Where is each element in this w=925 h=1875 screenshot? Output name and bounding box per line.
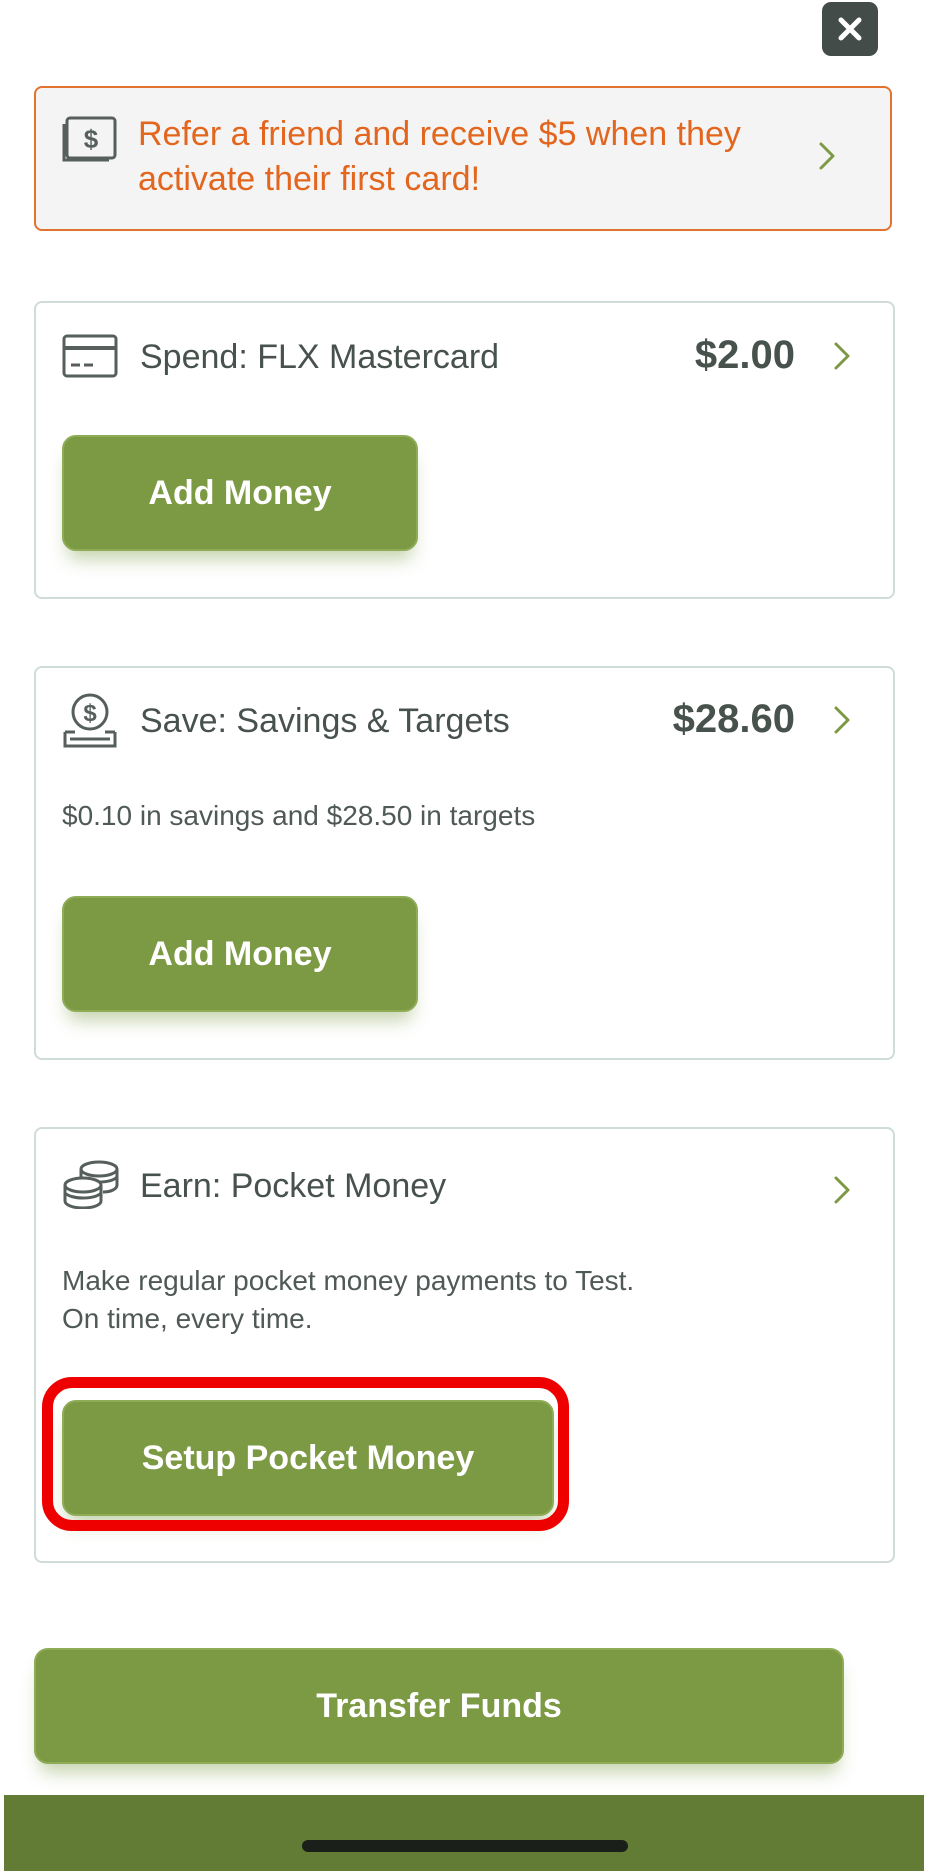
chevron-right-icon bbox=[819, 142, 835, 170]
svg-text:$: $ bbox=[84, 124, 99, 154]
referral-banner[interactable]: $ Refer a friend and receive $5 when the… bbox=[34, 86, 892, 231]
spend-card-amount: $2.00 bbox=[694, 333, 795, 377]
earn-card-title: Earn: Pocket Money bbox=[140, 1167, 447, 1205]
save-card-header[interactable]: $ Save: Savings & Targets $28.60 bbox=[36, 668, 893, 778]
spend-card-title: Spend: FLX Mastercard bbox=[140, 338, 500, 376]
savings-bank-icon: $ bbox=[63, 693, 117, 748]
chevron-right-icon bbox=[834, 1176, 850, 1204]
save-add-money-button[interactable]: Add Money bbox=[62, 896, 418, 1012]
spend-add-money-button[interactable]: Add Money bbox=[62, 435, 418, 551]
chevron-right-icon bbox=[834, 342, 850, 370]
credit-card-icon bbox=[62, 334, 118, 378]
highlight-annotation bbox=[42, 1377, 569, 1531]
spend-card: Spend: FLX Mastercard $2.00 Add Money bbox=[34, 301, 895, 599]
save-card: $ Save: Savings & Targets $28.60 $0.10 i… bbox=[34, 666, 895, 1060]
spend-card-header[interactable]: Spend: FLX Mastercard $2.00 bbox=[36, 303, 893, 413]
save-card-title: Save: Savings & Targets bbox=[140, 702, 510, 740]
earn-card-header[interactable]: Earn: Pocket Money bbox=[36, 1129, 893, 1239]
save-card-amount: $28.60 bbox=[672, 697, 795, 741]
home-indicator[interactable] bbox=[302, 1840, 628, 1852]
chevron-right-icon bbox=[834, 706, 850, 734]
bottom-bar bbox=[4, 1795, 924, 1871]
coin-stack-icon bbox=[63, 1160, 119, 1209]
earn-card-description-line2: On time, every time. bbox=[62, 1303, 313, 1334]
close-button[interactable] bbox=[822, 2, 878, 56]
close-icon bbox=[838, 17, 862, 41]
save-card-description: $0.10 in savings and $28.50 in targets bbox=[62, 800, 536, 831]
earn-card-description-line1: Make regular pocket money payments to Te… bbox=[62, 1265, 635, 1296]
referral-text: Refer a friend and receive $5 when they … bbox=[138, 115, 741, 198]
earn-card-description: Make regular pocket money payments to Te… bbox=[62, 1262, 634, 1338]
transfer-funds-button[interactable]: Transfer Funds bbox=[34, 1648, 844, 1764]
dollar-bill-icon: $ bbox=[62, 116, 117, 162]
svg-text:$: $ bbox=[83, 700, 97, 727]
